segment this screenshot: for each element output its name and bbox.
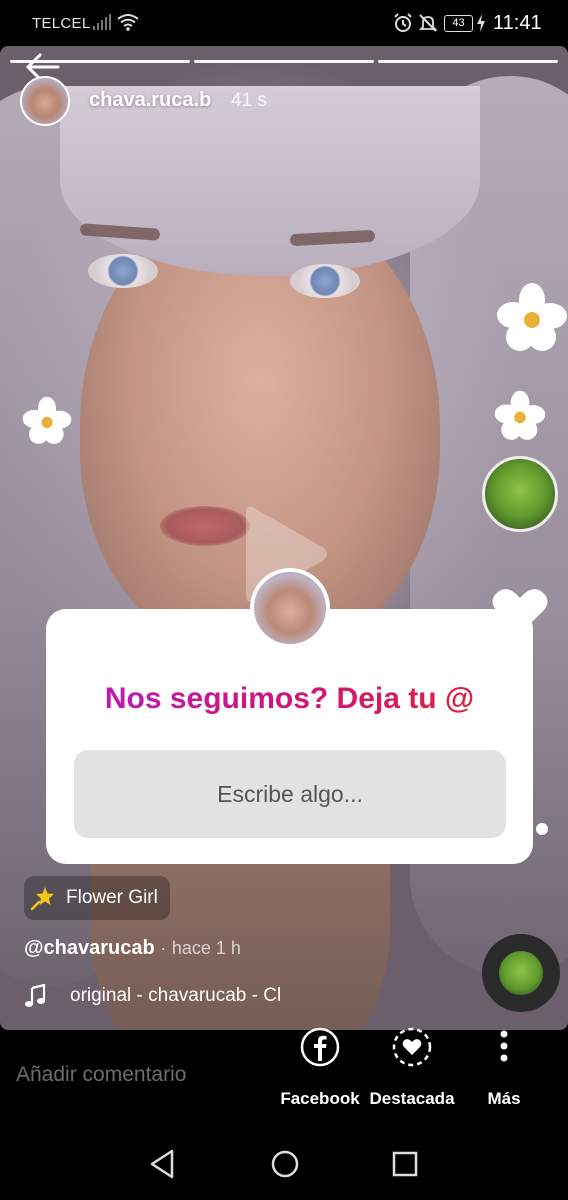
- caption-separator: ·: [160, 938, 167, 958]
- comment-input[interactable]: Añadir comentario: [16, 1063, 186, 1087]
- highlight-heart-icon: [392, 1027, 432, 1067]
- more-icon: [500, 1030, 508, 1062]
- sparkle-star-icon: [30, 887, 54, 911]
- username[interactable]: chava.ruca.b: [89, 89, 211, 112]
- alarm-icon: [394, 13, 412, 32]
- action-label: Facebook: [280, 1089, 360, 1108]
- music-disc[interactable]: [482, 934, 560, 1012]
- highlight-button[interactable]: Destacada: [362, 1023, 462, 1109]
- facebook-icon: [300, 1027, 340, 1067]
- sticker-prompt: Nos seguimos? Deja tu @: [46, 682, 533, 716]
- recents-nav-icon[interactable]: [392, 1148, 418, 1180]
- effect-avatar[interactable]: [482, 456, 558, 532]
- music-info[interactable]: original - chavarucab - Cl: [24, 984, 310, 1008]
- mute-icon: [418, 14, 438, 32]
- music-label: original - chavarucab - Cl: [70, 985, 282, 1006]
- effect-chip[interactable]: Flower Girl: [24, 876, 170, 920]
- progress-segment: [378, 60, 558, 63]
- story-progress: [10, 60, 558, 64]
- sticker-answer-input[interactable]: Escribe algo...: [74, 750, 506, 838]
- carrier-name: TELCEL: [32, 15, 91, 32]
- back-nav-icon[interactable]: [148, 1148, 176, 1180]
- caption: @chavarucab · hace 1 h: [24, 937, 241, 960]
- home-nav-icon[interactable]: [270, 1148, 300, 1180]
- flower-sticker: [22, 396, 72, 444]
- flower-sticker: [497, 283, 567, 351]
- progress-segment: [194, 60, 374, 63]
- charging-icon: [477, 14, 485, 32]
- post-time: 41 s: [231, 90, 267, 111]
- signal-icon: [93, 14, 111, 30]
- flower-sticker: [494, 390, 546, 440]
- music-note-icon: [25, 984, 46, 1007]
- caption-time: hace 1 h: [171, 938, 241, 958]
- caption-handle[interactable]: @chavarucab: [24, 937, 155, 959]
- more-button[interactable]: Más: [454, 1023, 554, 1109]
- sticker-avatar: [250, 568, 330, 648]
- share-facebook-button[interactable]: Facebook: [270, 1023, 370, 1109]
- effect-name: Flower Girl: [66, 887, 158, 908]
- battery-icon: 43: [444, 15, 473, 32]
- wifi-icon: [117, 14, 139, 31]
- user-avatar[interactable]: [20, 76, 70, 126]
- action-label: Más: [487, 1089, 521, 1108]
- action-label: Destacada: [369, 1089, 455, 1108]
- navigation-bar: [0, 1120, 568, 1200]
- status-bar: TELCEL 43 11:41: [0, 0, 568, 46]
- clock: 11:41: [493, 12, 542, 34]
